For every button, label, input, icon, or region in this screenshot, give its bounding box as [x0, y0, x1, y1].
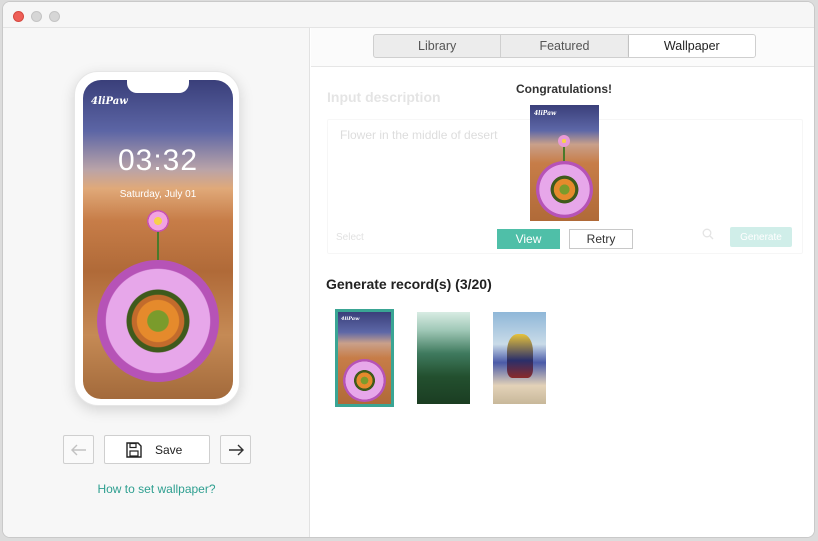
record-thumbnail-desert-flower[interactable]: 4liPaw — [335, 309, 394, 407]
save-button[interactable]: Save — [104, 435, 210, 464]
thumbnail-flower — [343, 359, 386, 402]
floppy-disk-icon — [126, 441, 142, 458]
tab-featured[interactable]: Featured — [501, 35, 629, 57]
phone-notch — [127, 80, 189, 93]
input-description-label: Input description — [327, 89, 441, 105]
preview-brand-mark: 4liPaw — [534, 110, 557, 117]
zoom-window-button[interactable] — [49, 11, 60, 22]
how-to-set-wallpaper-link[interactable]: How to set wallpaper? — [3, 482, 310, 496]
right-content-panel: Library Featured Wallpaper Input descrip… — [311, 28, 814, 537]
view-button[interactable]: View — [497, 229, 560, 249]
record-thumbnail-green-mountains[interactable] — [417, 312, 470, 404]
left-preview-panel: 4liPaw 03:32 Saturday, July 01 Save How … — [3, 28, 310, 537]
generate-button[interactable]: Generate — [730, 227, 792, 247]
app-window: 4liPaw 03:32 Saturday, July 01 Save How … — [2, 1, 815, 538]
preview-large-flower — [536, 161, 593, 218]
tab-wallpaper[interactable]: Wallpaper — [628, 35, 755, 57]
segmented-tabs: Library Featured Wallpaper — [373, 34, 756, 58]
save-button-label: Save — [155, 442, 183, 457]
small-flower-image — [147, 210, 169, 232]
arrow-left-icon — [70, 444, 86, 455]
lockscreen-time: 03:32 — [117, 144, 199, 177]
preview-small-flower — [558, 135, 570, 147]
lockscreen-date: Saturday, July 01 — [119, 189, 197, 200]
description-text: Flower in the middle of desert — [340, 128, 498, 142]
congratulations-title: Congratulations! — [516, 82, 612, 96]
generated-wallpaper-preview[interactable]: 4liPaw — [530, 105, 599, 221]
phone-mockup: 4liPaw 03:32 Saturday, July 01 — [74, 71, 240, 406]
motorcycle-rider-image — [507, 334, 533, 378]
wallpaper-brand-mark: 4liPaw — [91, 96, 128, 107]
title-bar — [3, 2, 814, 28]
tab-library[interactable]: Library — [374, 35, 502, 57]
option-select[interactable]: Select — [336, 232, 364, 243]
tab-bar: Library Featured Wallpaper — [311, 28, 814, 67]
search-icon[interactable] — [702, 227, 714, 245]
record-thumbnail-motorcycle-rider[interactable] — [493, 312, 546, 404]
thumbnail-brand-mark: 4liPaw — [341, 316, 360, 322]
minimize-window-button[interactable] — [31, 11, 42, 22]
next-button[interactable] — [220, 435, 251, 464]
close-window-button[interactable] — [13, 11, 24, 22]
phone-screen-wallpaper: 4liPaw 03:32 Saturday, July 01 — [83, 80, 233, 399]
arrow-right-icon — [228, 444, 244, 455]
large-flower-image — [97, 260, 219, 382]
retry-button[interactable]: Retry — [569, 229, 633, 249]
generate-records-title: Generate record(s) (3/20) — [326, 276, 492, 292]
previous-button[interactable] — [63, 435, 94, 464]
